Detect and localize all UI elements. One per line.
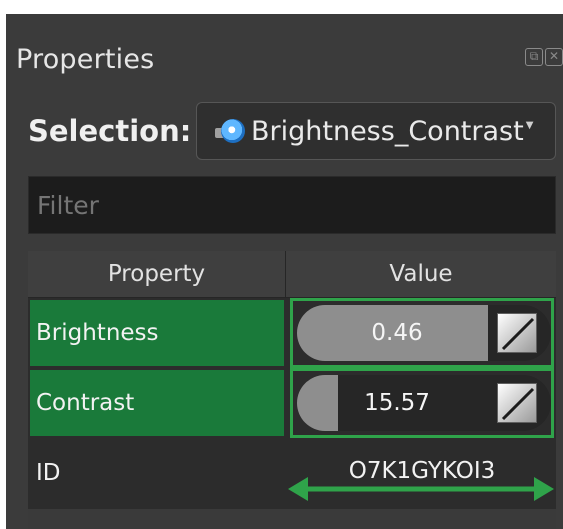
window-buttons: ⧉ ✕: [525, 48, 563, 66]
table-footer: [28, 509, 556, 529]
chevron-down-icon: ▼: [525, 119, 534, 131]
brightness-value-highlight: 0.46: [290, 298, 554, 368]
table-row-id[interactable]: ID O7K1GYKOI3: [28, 438, 556, 508]
brightness-contrast-icon: [215, 118, 249, 144]
close-icon[interactable]: ✕: [545, 48, 563, 66]
property-table: Property Value Brightness 0.46 Contrast: [28, 251, 556, 529]
slider-value: 15.57: [364, 390, 430, 416]
column-header-property: Property: [28, 251, 286, 298]
property-name: ID: [30, 440, 284, 506]
selection-value: Brightness_Contrast: [251, 115, 524, 147]
brightness-slider[interactable]: 0.46: [297, 305, 551, 361]
contrast-slider[interactable]: 15.57: [297, 375, 551, 431]
panel-titlebar: Properties ⧉ ✕: [6, 14, 563, 102]
property-name: Contrast: [30, 370, 284, 436]
column-header-value: Value: [389, 261, 453, 287]
table-row-contrast[interactable]: Contrast 15.57: [28, 368, 556, 438]
property-name: Brightness: [30, 300, 284, 366]
properties-panel: Properties ⧉ ✕ Selection: Brightness_Con…: [6, 14, 563, 529]
edit-value-icon[interactable]: [497, 383, 537, 423]
edit-value-icon[interactable]: [497, 313, 537, 353]
selection-dropdown[interactable]: Brightness_Contrast ▼: [196, 102, 556, 160]
float-icon[interactable]: ⧉: [525, 48, 543, 66]
table-row-brightness[interactable]: Brightness 0.46: [28, 298, 556, 368]
filter-input[interactable]: [28, 176, 556, 234]
contrast-value-highlight: 15.57: [290, 368, 554, 438]
double-arrow-icon: [288, 477, 554, 501]
table-header: Property Value: [28, 251, 556, 298]
slider-value: 0.46: [371, 320, 423, 346]
selection-label: Selection:: [28, 114, 192, 148]
panel-title: Properties: [16, 44, 155, 75]
